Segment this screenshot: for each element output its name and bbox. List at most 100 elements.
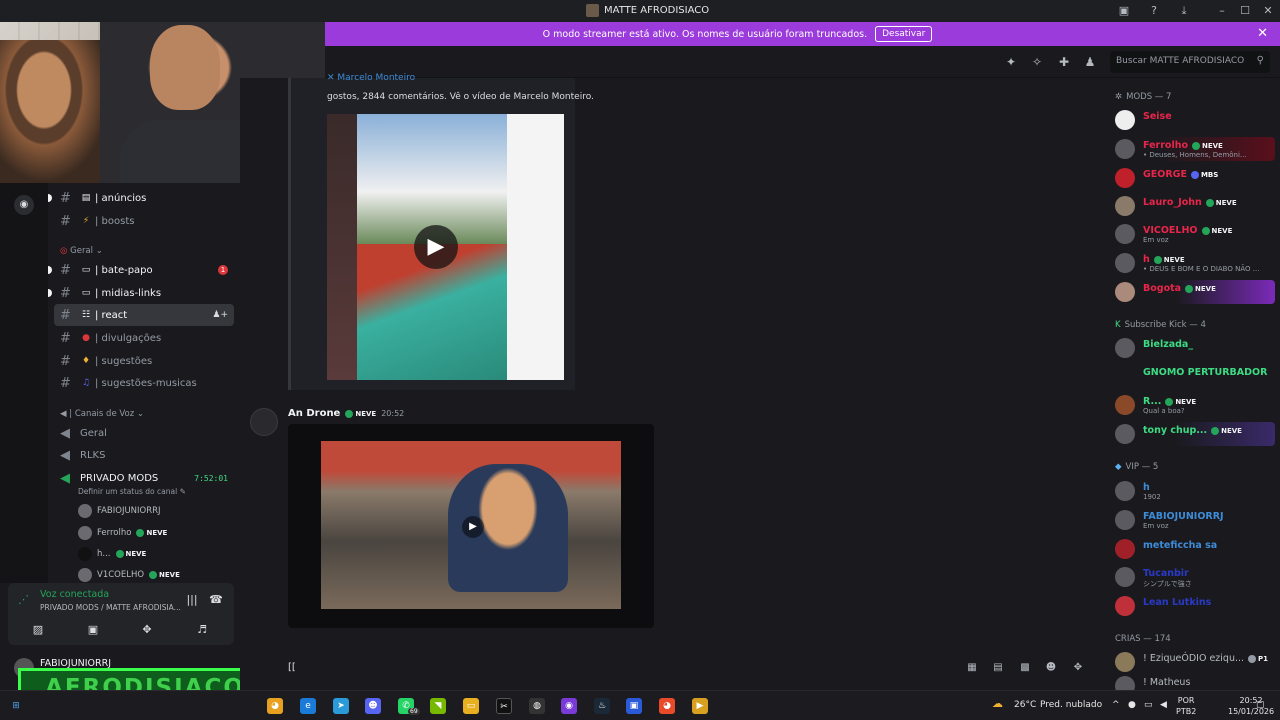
- voice-user[interactable]: h... NEVE: [78, 545, 146, 563]
- category-voice[interactable]: ◀ | Canais de Voz ⌄: [60, 409, 144, 419]
- edge-icon[interactable]: e: [300, 698, 316, 714]
- chrome-profile-icon[interactable]: ◕: [659, 698, 675, 714]
- pin-icon[interactable]: ✚: [1056, 54, 1072, 70]
- message-author[interactable]: An Drone: [288, 408, 340, 419]
- language-indicator[interactable]: POR PTB2: [1176, 695, 1196, 717]
- invite-icon[interactable]: ♟+: [212, 310, 228, 320]
- member-item[interactable]: GEORGE MBS: [1110, 166, 1275, 190]
- channel-anuncios[interactable]: # ▤ | anúncios: [48, 187, 234, 209]
- member-item[interactable]: Bogota NEVE: [1110, 280, 1275, 304]
- voice-user[interactable]: Ferrolho NEVE: [78, 524, 167, 542]
- help-icon[interactable]: ?: [1146, 3, 1162, 19]
- channel-bate-papo[interactable]: # ▭ | bate-papo 1: [48, 259, 234, 281]
- chevron-up-icon[interactable]: ^: [1112, 700, 1120, 710]
- telegram-icon[interactable]: ➤: [333, 698, 349, 714]
- notification-icon[interactable]: ▢: [1256, 700, 1265, 710]
- weather-desc[interactable]: Pred. nublado: [1040, 700, 1102, 710]
- embed-description: gostos, 2844 comentários. Vê o vídeo de …: [327, 92, 594, 102]
- speaker-icon: ◀: [60, 470, 70, 486]
- voice-channel-geral[interactable]: ◀ Geral: [54, 422, 234, 444]
- screen-share-icon[interactable]: ▣: [83, 623, 103, 639]
- embed-video[interactable]: ▶: [327, 114, 564, 380]
- chat-app-icon[interactable]: ◉: [561, 698, 577, 714]
- member-item[interactable]: R... NEVE Qual a boa?: [1110, 393, 1275, 417]
- folder-icon[interactable]: ▭: [463, 698, 479, 714]
- microphone-icon[interactable]: ●: [1128, 700, 1136, 710]
- sticker-icon[interactable]: ▩: [1018, 662, 1032, 676]
- server-icon[interactable]: ◉: [14, 195, 34, 215]
- channel-sugestoes-musicas[interactable]: # ♫ | sugestões-musicas: [54, 372, 234, 394]
- voice-channel-privado-mods[interactable]: ◀ PRIVADO MODS 7:52:01: [54, 467, 234, 489]
- member-item[interactable]: h NEVE • DEUS E BOM E O DIABO NÃO ...: [1110, 251, 1275, 275]
- voice-user[interactable]: V1COELHO NEVE: [78, 566, 180, 584]
- media-app-icon[interactable]: ▶: [692, 698, 708, 714]
- member-item[interactable]: Bielzada_: [1110, 336, 1275, 360]
- channel-status[interactable]: Definir um status do canal ✎: [78, 487, 186, 496]
- disconnect-icon[interactable]: ☎: [206, 593, 226, 609]
- search-input[interactable]: Buscar MATTE AFRODISIACO ⚲: [1110, 51, 1270, 73]
- member-item[interactable]: Tucanbir シンプルで強さ: [1110, 565, 1275, 589]
- capcut-icon[interactable]: ✂: [496, 698, 512, 714]
- obs-icon[interactable]: ◍: [529, 698, 545, 714]
- voice-user[interactable]: FABIOJUNIORRJ: [78, 502, 161, 520]
- neve-tag-icon: [345, 409, 354, 418]
- channel-sugestoes[interactable]: # ♦ | sugestões: [54, 350, 234, 372]
- weather-temp[interactable]: 26°C: [1014, 700, 1036, 710]
- voice-channel-path[interactable]: PRIVADO MODS / MATTE AFRODISIA...: [40, 603, 181, 612]
- message-composer[interactable]: [[ ▦ ▤ ▩ ☻ ✥: [240, 652, 1098, 686]
- kick-icon: K: [1115, 320, 1121, 330]
- emoji-icon[interactable]: ☻: [1044, 662, 1058, 676]
- app-icon[interactable]: ▣: [626, 698, 642, 714]
- member-item[interactable]: Lauro_John NEVE: [1110, 194, 1275, 218]
- play-icon[interactable]: ▶: [414, 225, 458, 269]
- member-item[interactable]: tony chup... NEVE: [1110, 422, 1275, 446]
- activities-icon[interactable]: ✥: [137, 623, 157, 639]
- clock[interactable]: 20:52 15/01/2026: [1228, 695, 1274, 717]
- volume-icon[interactable]: ◀: [1160, 700, 1167, 710]
- gift-icon[interactable]: ▦: [965, 662, 979, 676]
- maximize-button[interactable]: ☐: [1237, 3, 1253, 19]
- member-item[interactable]: VICOELHO NEVE Em voz: [1110, 222, 1275, 246]
- member-item[interactable]: GNOMO PERTURBADOR: [1110, 364, 1275, 388]
- member-item[interactable]: ! EziqueÓDIO eziqu... P1: [1110, 650, 1275, 674]
- channel-boosts[interactable]: # ⚡ | boosts: [54, 210, 234, 232]
- start-icon[interactable]: ⊞: [8, 698, 24, 714]
- member-list-icon[interactable]: ♟: [1082, 54, 1098, 70]
- category-geral[interactable]: ◎ Geral ⌄: [60, 246, 103, 256]
- play-icon[interactable]: ▶: [462, 516, 484, 538]
- close-window-button[interactable]: ✕: [1260, 3, 1276, 19]
- channel-divulgacoes[interactable]: # ● | divulgações: [54, 327, 234, 349]
- nvidia-icon[interactable]: ◥: [430, 698, 446, 714]
- member-item[interactable]: Seise: [1110, 108, 1275, 132]
- steam-icon[interactable]: ♨: [594, 698, 610, 714]
- media-icon: ▭: [81, 288, 91, 298]
- threads-icon[interactable]: ✦: [1003, 54, 1019, 70]
- chrome-icon[interactable]: ◕: [267, 698, 283, 714]
- avatar[interactable]: [250, 408, 278, 436]
- disable-streamer-button[interactable]: Desativar: [875, 26, 933, 42]
- minimize-button[interactable]: –: [1214, 3, 1230, 19]
- message-video[interactable]: ▶: [288, 424, 654, 628]
- apps-icon[interactable]: ✥: [1071, 662, 1085, 676]
- lightbulb-icon: ♦: [81, 356, 91, 366]
- noise-suppression-icon[interactable]: |||: [182, 593, 202, 609]
- download-icon[interactable]: ⤓: [1176, 3, 1192, 19]
- member-item[interactable]: Lean Lutkins: [1110, 594, 1275, 618]
- inbox-icon[interactable]: ▣: [1116, 3, 1132, 19]
- member-item[interactable]: ! Matheus: [1110, 674, 1275, 690]
- mute-notifications-icon[interactable]: ✧: [1029, 54, 1045, 70]
- voice-channel-rlks[interactable]: ◀ RLKS: [54, 444, 234, 466]
- channel-midias-links[interactable]: # ▭ | midias-links: [48, 282, 234, 304]
- camera-off-icon[interactable]: ▨: [28, 623, 48, 639]
- embed-author[interactable]: ✕ Marcelo Monteiro: [327, 73, 415, 83]
- soundboard-icon[interactable]: ♬: [192, 623, 212, 639]
- network-icon[interactable]: ▭: [1144, 700, 1153, 710]
- channel-react[interactable]: # ☷ | react ♟+: [54, 304, 234, 326]
- member-item[interactable]: FABIOJUNIORRJ Em voz: [1110, 508, 1275, 532]
- member-item[interactable]: meteficcha sa: [1110, 537, 1275, 561]
- member-item[interactable]: h 1902: [1110, 479, 1275, 503]
- member-item[interactable]: Ferrolho NEVE • Deuses, Homens, Demôni...: [1110, 137, 1275, 161]
- close-banner-icon[interactable]: ✕: [1257, 26, 1268, 41]
- gif-icon[interactable]: ▤: [991, 662, 1005, 676]
- discord-icon[interactable]: ☻: [365, 698, 381, 714]
